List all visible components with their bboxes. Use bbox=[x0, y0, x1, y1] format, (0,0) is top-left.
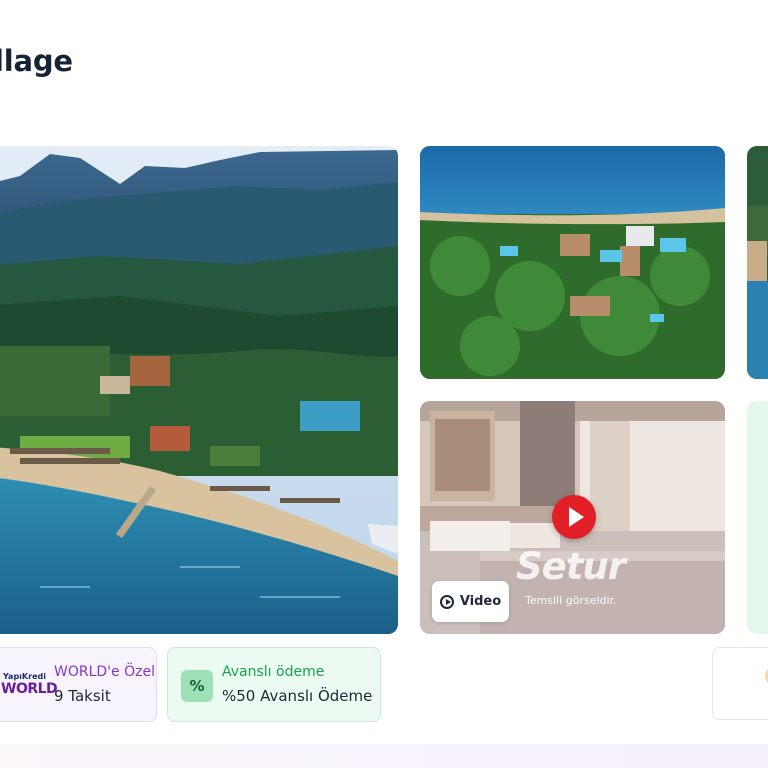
logo-world-text: WORLD bbox=[1, 681, 58, 697]
representative-image-note: Temsili görseldir. bbox=[525, 594, 617, 607]
page-root: llage Setur Temsili görseldir. Video Yap… bbox=[0, 0, 768, 768]
bottom-section-band bbox=[0, 744, 768, 768]
promo-world-subtitle: 9 Taksit bbox=[54, 687, 111, 705]
promo-advance-title: Avanslı ödeme bbox=[222, 664, 325, 680]
video-button-label: Video bbox=[459, 594, 502, 609]
video-play-button[interactable] bbox=[552, 495, 596, 539]
main-image-art bbox=[0, 146, 398, 634]
yapikredi-world-logo: YapıKredi WORLD bbox=[1, 670, 58, 700]
promo-card-peek[interactable] bbox=[712, 647, 768, 720]
play-icon bbox=[569, 507, 584, 527]
percent-icon: % bbox=[181, 670, 213, 702]
gallery-extra-tile-peek[interactable] bbox=[747, 401, 768, 634]
gallery-beach-image-peek[interactable] bbox=[747, 146, 768, 379]
promo-advance-subtitle: %50 Avanslı Ödeme bbox=[222, 687, 373, 705]
promo-world-title: WORLD'e Özel bbox=[54, 664, 155, 680]
aerial-image-art bbox=[420, 146, 725, 379]
brand-watermark: Setur bbox=[516, 545, 626, 588]
video-button[interactable]: Video bbox=[432, 581, 509, 622]
gallery-main-image[interactable] bbox=[0, 146, 398, 634]
play-circle-icon bbox=[439, 594, 454, 609]
page-title: llage bbox=[0, 44, 73, 78]
gallery-aerial-image[interactable] bbox=[420, 146, 725, 379]
logo-bank-name: YapıKredi bbox=[3, 672, 46, 681]
promo-card-world[interactable]: YapıKredi WORLD WORLD'e Özel 9 Taksit bbox=[0, 647, 157, 722]
beach-peek-art bbox=[747, 146, 768, 379]
promo-card-advance-payment[interactable]: % Avanslı ödeme %50 Avanslı Ödeme bbox=[167, 647, 381, 722]
